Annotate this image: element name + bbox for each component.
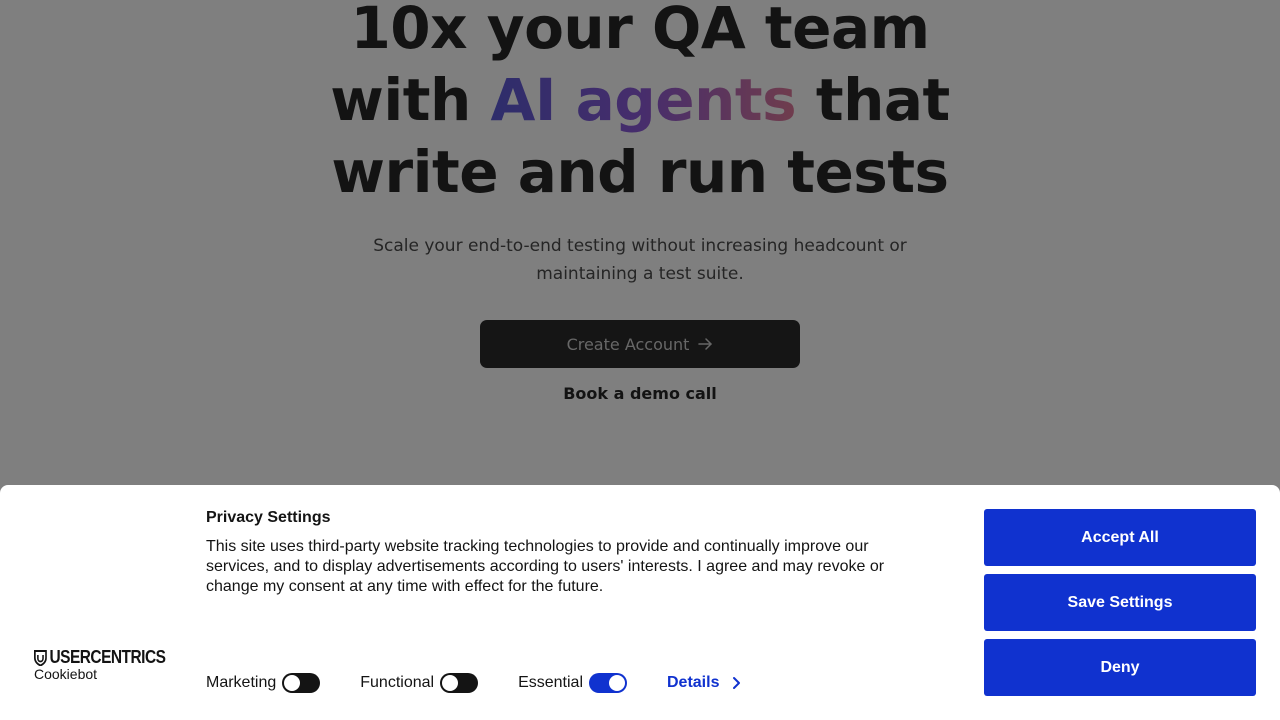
details-link[interactable]: Details — [667, 674, 741, 692]
details-label: Details — [667, 674, 720, 691]
cookie-consent-banner: USERCENTRICS Cookiebot Privacy Settings … — [0, 485, 1280, 720]
essential-label: Essential — [518, 674, 583, 691]
save-settings-button[interactable]: Save Settings — [984, 574, 1256, 631]
shield-icon — [34, 649, 47, 666]
accept-all-button[interactable]: Accept All — [984, 509, 1256, 566]
marketing-switch[interactable] — [282, 673, 321, 693]
marketing-label: Marketing — [206, 674, 277, 691]
essential-switch[interactable] — [589, 673, 627, 693]
privacy-settings-title: Privacy Settings — [206, 509, 331, 526]
switch-knob — [284, 675, 301, 691]
toggle-essential: Essential — [518, 673, 627, 693]
consent-toggles: Marketing Functional Essential Details — [206, 673, 741, 693]
toggle-functional: Functional — [360, 673, 479, 693]
functional-switch[interactable] — [440, 673, 479, 693]
brand-subtitle: Cookiebot — [34, 666, 98, 682]
chevron-right-icon — [733, 677, 741, 689]
functional-label: Functional — [360, 674, 435, 691]
usercentrics-logo: USERCENTRICS Cookiebot — [34, 647, 187, 682]
switch-knob — [609, 675, 625, 691]
brand-name: USERCENTRICS — [49, 647, 166, 667]
toggle-marketing: Marketing — [206, 673, 321, 693]
switch-knob — [442, 675, 459, 691]
deny-button[interactable]: Deny — [984, 639, 1256, 696]
privacy-description: This site uses third-party website track… — [206, 538, 885, 595]
